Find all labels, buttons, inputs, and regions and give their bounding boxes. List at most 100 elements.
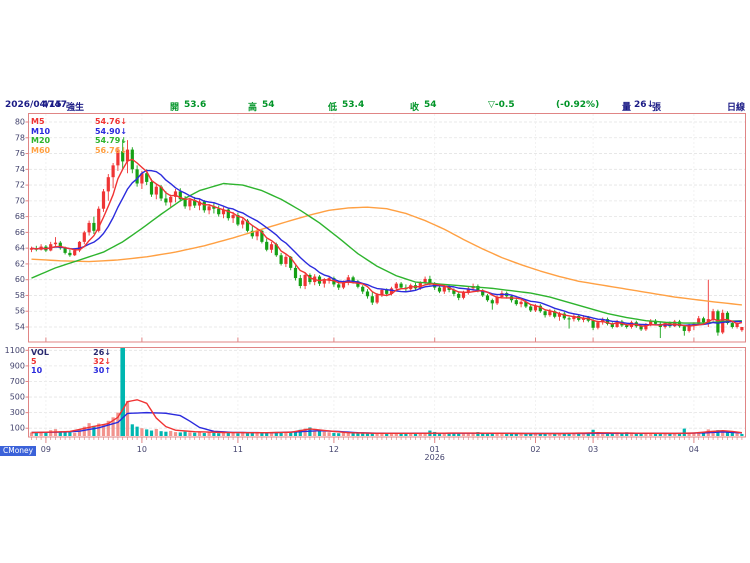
- candle-body: [592, 321, 595, 328]
- volume-bar: [280, 433, 283, 436]
- legend-value: 54.79↓: [95, 136, 127, 145]
- candle-body: [299, 278, 302, 286]
- candle-body: [683, 326, 686, 331]
- volume-bar: [241, 433, 244, 436]
- price-axis-label: 66: [15, 228, 25, 237]
- volume-bar: [222, 433, 225, 436]
- volume-bar: [246, 433, 249, 436]
- price-axis-label: 64: [15, 244, 25, 253]
- volume-bar: [380, 434, 383, 436]
- volume-bar: [260, 433, 263, 436]
- candle-body: [515, 300, 518, 304]
- volume-bar: [323, 432, 326, 436]
- price-axis-label: 74: [15, 165, 25, 174]
- candle-body: [337, 284, 340, 287]
- candle-body: [83, 232, 86, 241]
- price-pane-frame: [29, 114, 746, 343]
- price-axis-label: 72: [15, 181, 25, 190]
- volume-bar: [352, 433, 355, 436]
- x-axis-label: 10: [137, 445, 147, 454]
- volume-bar: [232, 433, 235, 436]
- stock-chart-app: 2026/04/15 4747 強生 開 53.6 高 54 低 53.4 收 …: [0, 0, 750, 563]
- volume-axis-label: 300: [10, 408, 25, 417]
- volume-bar: [337, 433, 340, 436]
- candle-body: [371, 296, 374, 302]
- volume-bar: [49, 430, 52, 436]
- candle-body: [395, 284, 398, 289]
- volume-bar: [328, 432, 331, 436]
- candle-body: [284, 257, 287, 264]
- volume-bar: [73, 433, 76, 436]
- legend-value: 30↑: [93, 366, 111, 375]
- volume-bar: [68, 432, 71, 436]
- volume-axis-label: 700: [10, 377, 25, 386]
- x-axis-label: 12: [329, 445, 339, 454]
- volume-bar: [198, 432, 201, 436]
- legend-value: 54.90↓: [95, 127, 127, 136]
- volume-bar: [203, 433, 206, 436]
- candle-body: [294, 268, 297, 278]
- volume-bar: [145, 429, 148, 436]
- volume-bar: [44, 433, 47, 436]
- candle-body: [376, 295, 379, 303]
- candle-body: [92, 223, 95, 231]
- stock-chart-canvas[interactable]: 5456586062646668707274767880100300500700…: [0, 0, 750, 470]
- volume-bar: [184, 432, 187, 436]
- candle-body: [366, 292, 369, 297]
- candle-body: [380, 290, 383, 295]
- volume-bar: [120, 347, 125, 436]
- volume-bar: [169, 431, 172, 436]
- main-legend-row-0: M5 54.76↓: [31, 117, 127, 126]
- candle-body: [520, 302, 523, 304]
- volume-bars-layer: [30, 347, 744, 436]
- candle-body: [188, 200, 191, 206]
- candle-body: [112, 165, 115, 177]
- volume-bar: [179, 432, 182, 436]
- candle-body: [265, 242, 268, 250]
- candle-body: [73, 251, 76, 256]
- volume-axis-label: 100: [10, 424, 25, 433]
- candle-body: [438, 288, 441, 292]
- price-axis-label: 58: [15, 291, 25, 300]
- candle-body: [164, 198, 167, 202]
- candle-body: [568, 318, 571, 319]
- legend-label: VOL: [31, 348, 49, 357]
- candle-body: [457, 294, 460, 298]
- candle-body: [68, 253, 71, 255]
- price-axis-label: 54: [15, 322, 25, 331]
- volume-bar: [136, 427, 139, 436]
- candle-body: [184, 199, 187, 206]
- volume-bar: [332, 433, 335, 436]
- candle-body: [270, 244, 273, 250]
- candle-body: [740, 327, 743, 330]
- candle-body: [712, 311, 715, 319]
- legend-value: 26↓: [93, 348, 111, 357]
- volume-bar: [131, 424, 134, 436]
- volume-bar: [164, 432, 167, 436]
- candle-body: [491, 300, 494, 303]
- x-axis-year-label: 2026: [425, 453, 445, 462]
- candle-body: [232, 215, 235, 218]
- legend-value: 56.76↓: [95, 146, 127, 155]
- main-legend-row-1: M10 54.90↓: [31, 127, 127, 136]
- volume-bar: [236, 433, 239, 436]
- candle-body: [304, 275, 307, 286]
- candle-body: [102, 191, 105, 208]
- main-legend-row-3: M60 56.76↓: [31, 146, 127, 155]
- price-axis-label: 60: [15, 275, 25, 284]
- volume-bar: [35, 433, 38, 436]
- volume-bar: [366, 434, 369, 436]
- candle-body: [548, 311, 551, 315]
- candle-body: [280, 255, 283, 264]
- volume-bar: [126, 401, 129, 436]
- candle-body: [150, 182, 153, 195]
- volume-bar: [174, 432, 177, 436]
- candle-body: [169, 197, 172, 203]
- candle-body: [155, 187, 158, 195]
- candle-body: [88, 223, 91, 232]
- ma20-line: [32, 183, 742, 323]
- x-axis-label: 04: [689, 445, 699, 454]
- candle-body: [625, 325, 628, 327]
- volume-bar: [736, 433, 739, 436]
- volume-bar: [212, 433, 215, 436]
